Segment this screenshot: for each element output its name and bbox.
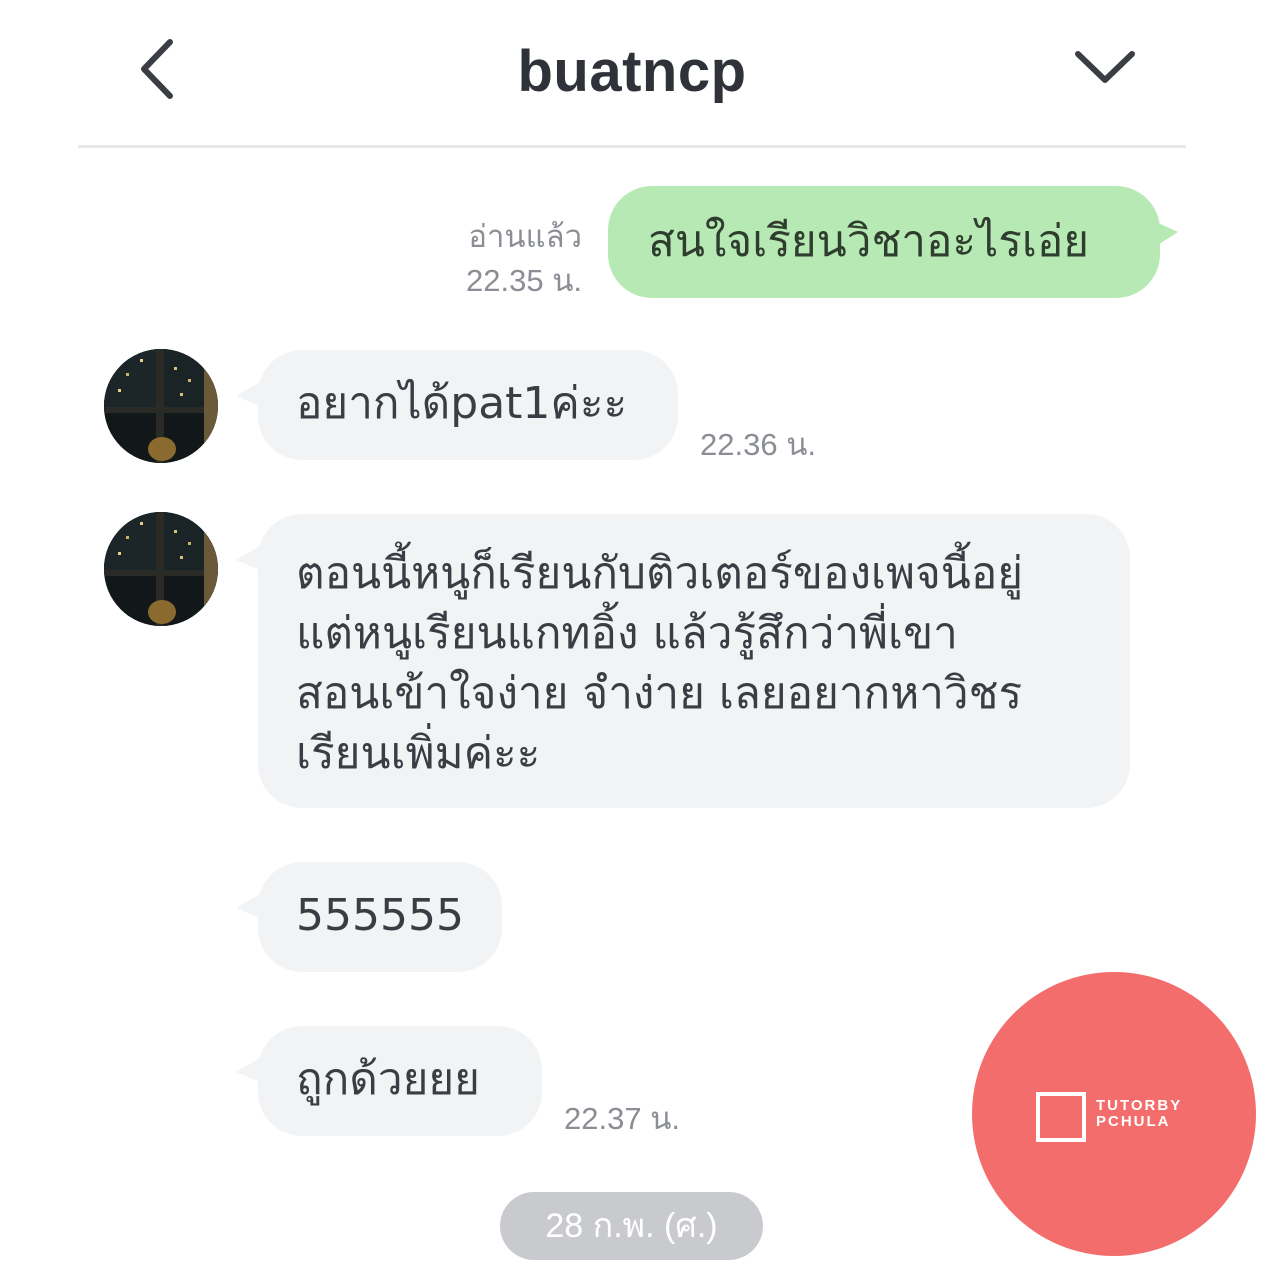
read-status: อ่านแล้ว — [468, 219, 582, 254]
message-text: สนใจเรียนวิชาอะไรเอ่ย — [648, 216, 1090, 267]
message-time: 22.36 น. — [700, 427, 816, 462]
date-separator: 28 ก.พ. (ศ.) — [500, 1192, 763, 1260]
message-line: เรียนเพิ่มค่ะะ — [296, 728, 541, 779]
bubble-tail — [236, 546, 260, 570]
logo-text-line2: PCHULA — [1096, 1113, 1171, 1130]
avatar-photo — [104, 512, 218, 626]
incoming-message-bubble[interactable]: ถูกด้วยยย — [258, 1026, 542, 1136]
header-divider — [78, 145, 1186, 148]
message-text: 555555 — [296, 890, 464, 941]
message-text: ถูกด้วยยย — [296, 1054, 480, 1105]
chat-header: buatncp — [0, 0, 1280, 146]
bubble-tail — [1156, 222, 1178, 246]
avatar[interactable] — [104, 349, 218, 463]
avatar-photo — [104, 349, 218, 463]
logo-text-line1: TUTORBY — [1096, 1097, 1183, 1114]
message-line: สอนเข้าใจง่าย จำง่าย เลยอยากหาวิชร — [296, 668, 1023, 719]
avatar[interactable] — [104, 512, 218, 626]
message-line: แต่หนูเรียนแกทอิ้ง แล้วรู้สึกว่าพี่เขา — [296, 608, 958, 659]
message-line: ตอนนี้หนูก็เรียนกับติวเตอร์ของเพจนี้อยู่ — [296, 548, 1024, 599]
watermark-logo: TUTORBY PCHULA — [972, 972, 1256, 1256]
outgoing-message-bubble[interactable]: สนใจเรียนวิชาอะไรเอ่ย — [608, 186, 1160, 298]
bubble-tail — [236, 1058, 260, 1082]
logo-square-icon — [1036, 1092, 1086, 1142]
bubble-tail — [236, 894, 260, 918]
logo-text: TUTORBY PCHULA — [1096, 1098, 1182, 1130]
incoming-message-bubble[interactable]: ตอนนี้หนูก็เรียนกับติวเตอร์ของเพจนี้อยู่… — [258, 514, 1130, 808]
message-time: 22.35 น. — [466, 263, 582, 298]
incoming-message-bubble[interactable]: อยากได้pat1ค่ะะ — [258, 350, 678, 460]
bubble-tail — [236, 382, 260, 406]
chevron-down-icon[interactable] — [1072, 44, 1138, 90]
incoming-message-bubble[interactable]: 555555 — [258, 862, 502, 972]
message-time: 22.37 น. — [564, 1101, 680, 1136]
message-text: อยากได้pat1ค่ะะ — [296, 378, 628, 429]
